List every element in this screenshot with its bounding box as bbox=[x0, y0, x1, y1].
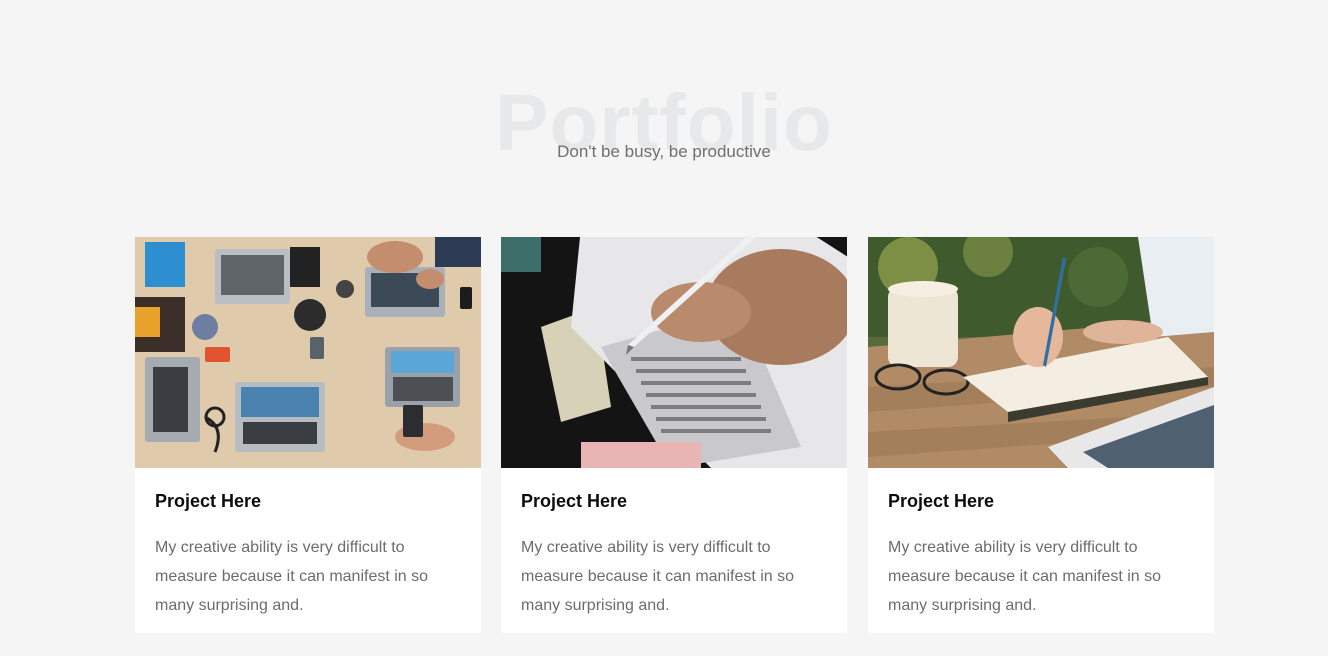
project-description: My creative ability is very difficult to… bbox=[155, 539, 429, 614]
project-image-answer-sheet[interactable] bbox=[501, 237, 847, 468]
portfolio-card[interactable]: Project Here My creative ability is very… bbox=[135, 237, 481, 633]
section-subtitle: Don't be busy, be productive bbox=[557, 142, 771, 161]
portfolio-card[interactable]: Project Here My creative ability is very… bbox=[868, 237, 1214, 633]
project-description: My creative ability is very difficult to… bbox=[888, 539, 1162, 614]
project-title[interactable]: Project Here bbox=[888, 491, 994, 512]
project-image-team-desk[interactable] bbox=[135, 237, 481, 468]
portfolio-card[interactable]: Project Here My creative ability is very… bbox=[501, 237, 847, 633]
project-description: My creative ability is very difficult to… bbox=[521, 539, 795, 614]
project-title[interactable]: Project Here bbox=[521, 491, 627, 512]
project-title[interactable]: Project Here bbox=[155, 491, 261, 512]
project-image-notebook-writing[interactable] bbox=[868, 237, 1214, 468]
portfolio-grid: Project Here My creative ability is very… bbox=[135, 237, 1215, 633]
portfolio-header: Portfolio Don't be busy, be productive bbox=[0, 78, 1328, 178]
